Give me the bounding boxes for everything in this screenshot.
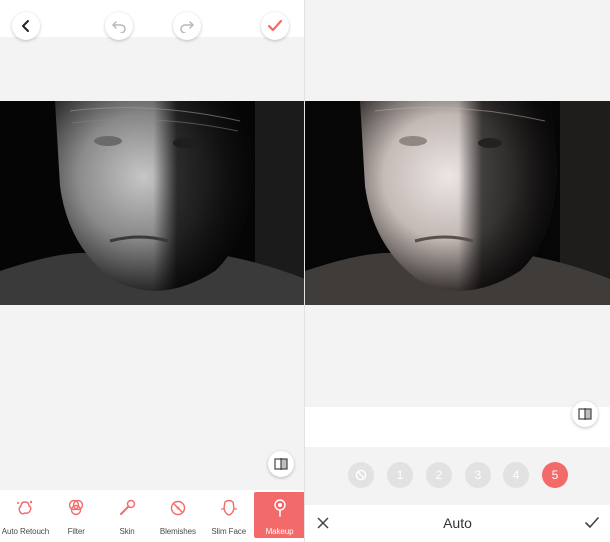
tool-auto-retouch[interactable]: Auto Retouch: [0, 490, 51, 542]
tool-filter[interactable]: Filter: [51, 490, 102, 542]
checkmark-icon: [268, 20, 282, 32]
confirm-button[interactable]: [261, 12, 289, 40]
tool-blemishes[interactable]: Blemishes: [152, 490, 203, 542]
none-icon: [355, 469, 367, 481]
editor-panel-after: 12345 Auto: [305, 0, 610, 542]
tool-label: Slim Face: [211, 527, 247, 536]
redo-icon: [180, 21, 194, 33]
tool-label: Makeup: [265, 527, 294, 536]
blemishes-icon: [168, 498, 188, 518]
bottom-bar: Auto: [305, 505, 610, 542]
preview-strip: [305, 407, 610, 447]
mode-title: Auto: [443, 515, 472, 531]
level-4-button[interactable]: 4: [503, 462, 529, 488]
tool-label: Filter: [67, 527, 85, 536]
compare-icon: [274, 458, 288, 470]
tool-skin[interactable]: Skin: [102, 490, 153, 542]
editor-panel-before: Auto Retouch Filter Skin Blemishes Slim Face…: [0, 0, 305, 542]
auto-retouch-icon: [15, 498, 35, 518]
makeup-icon: [270, 498, 290, 518]
top-bar: [0, 0, 305, 40]
redo-button[interactable]: [173, 12, 201, 40]
compare-button-after[interactable]: [572, 401, 598, 427]
level-2-button[interactable]: 2: [426, 462, 452, 488]
tool-label: Blemishes: [159, 527, 196, 536]
skin-brush-icon: [117, 498, 137, 518]
compare-button[interactable]: [268, 451, 294, 477]
filter-icon: [66, 498, 86, 518]
level-1-button[interactable]: 1: [387, 462, 413, 488]
tool-makeup[interactable]: Makeup: [254, 492, 305, 538]
slim-face-icon: [219, 498, 239, 518]
undo-icon: [112, 21, 126, 33]
photo-after: [305, 101, 610, 305]
undo-button[interactable]: [105, 12, 133, 40]
level-3-button[interactable]: 3: [465, 462, 491, 488]
checkmark-icon[interactable]: [584, 515, 600, 531]
compare-icon: [578, 408, 592, 420]
back-button[interactable]: [12, 12, 40, 40]
tool-slim-face[interactable]: Slim Face: [203, 490, 254, 542]
tool-bar: Auto Retouch Filter Skin Blemishes Slim Face…: [0, 490, 305, 542]
tool-label: Skin: [119, 527, 135, 536]
tool-label: Auto Retouch: [1, 527, 50, 536]
level-5-button[interactable]: 5: [542, 462, 568, 488]
photo-before: [0, 101, 305, 305]
chevron-left-icon: [22, 20, 29, 32]
level-none-button[interactable]: [348, 462, 374, 488]
intensity-levels: 12345: [305, 462, 610, 490]
